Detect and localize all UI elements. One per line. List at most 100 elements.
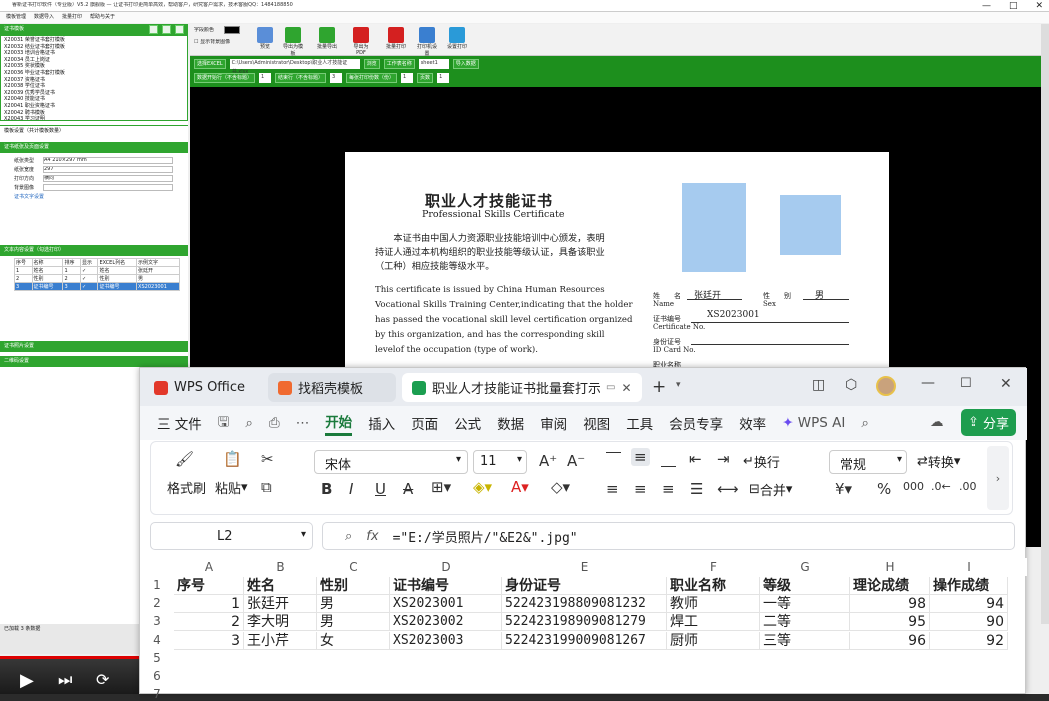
chevron-down-icon[interactable]: ▾ <box>676 380 681 390</box>
menu-page[interactable]: 页面 <box>411 413 438 433</box>
align-top-icon[interactable]: ⎺ <box>606 450 621 468</box>
close-tab-icon[interactable]: ✕ <box>621 381 631 395</box>
table-cell[interactable]: 94 <box>930 595 1008 614</box>
table-cell[interactable]: 522423198809081232 <box>502 595 667 614</box>
table-cell[interactable]: 二等 <box>760 613 850 632</box>
row-header[interactable]: 1 <box>140 578 174 592</box>
toolbar-button[interactable]: 导出为模板 <box>282 27 304 57</box>
zoom-icon[interactable]: ⌕ <box>345 529 352 544</box>
edit-icon[interactable] <box>162 25 171 34</box>
column-header[interactable]: B <box>244 560 317 574</box>
row-header[interactable]: 2 <box>140 596 174 610</box>
menu-view[interactable]: 视图 <box>583 413 610 433</box>
show-background-checkbox[interactable]: ☐ 显示背景图像 <box>194 39 230 46</box>
table-cell[interactable]: 厨师 <box>667 631 760 650</box>
cut-icon[interactable]: ✂ <box>261 450 274 468</box>
header-cell[interactable]: 等级 <box>760 577 850 595</box>
table-cell[interactable]: 522423198909081279 <box>502 613 667 632</box>
text-settings-header[interactable]: 文本内容设置（勾选打印） <box>0 245 188 256</box>
table-cell[interactable]: 男 <box>317 595 390 614</box>
header-cell[interactable]: 身份证号 <box>502 577 667 595</box>
table-cell[interactable]: 90 <box>930 613 1008 632</box>
font-family-select[interactable]: 宋体 ▾ <box>314 450 468 474</box>
table-cell[interactable]: 92 <box>930 631 1008 650</box>
qrcode-settings-header[interactable]: 二维码设置 <box>0 356 188 367</box>
menu-item[interactable]: 模板管理 <box>6 14 26 21</box>
next-icon[interactable]: ⏭ <box>58 670 72 690</box>
page-setting-field[interactable]: A4 210×297 mm <box>43 157 173 164</box>
menu-file[interactable]: 三 文件 <box>157 413 202 433</box>
field-table-row[interactable]: 3 证书编号 3 ✓ 证书编号 XS2023001 <box>14 282 180 291</box>
table-cell[interactable]: 98 <box>850 595 930 614</box>
row-header[interactable]: 6 <box>140 669 174 683</box>
column-header[interactable]: G <box>760 560 850 574</box>
table-cell[interactable]: 三等 <box>760 631 850 650</box>
header-cell[interactable]: 性别 <box>317 577 390 595</box>
wps-ai-button[interactable]: ✦ WPS AI <box>782 415 845 431</box>
align-left-icon[interactable]: ≡ <box>606 480 619 498</box>
table-cell[interactable]: 女 <box>317 631 390 650</box>
menu-home[interactable]: 开始 <box>325 411 353 436</box>
template-list-item[interactable]: X20041 职业资格证书 <box>4 103 184 110</box>
page-setting-field[interactable]: 297 <box>43 166 173 173</box>
menu-item[interactable]: 帮助与关于 <box>90 14 115 21</box>
template-list-item[interactable]: X20043 学习证明 <box>4 116 184 120</box>
table-cell[interactable]: 李大明 <box>244 613 317 632</box>
table-cell[interactable]: 522423199009081267 <box>502 631 667 650</box>
close-icon[interactable]: ✕ <box>1035 0 1043 12</box>
template-list-item[interactable]: X20031 荣誉证书套打模板 <box>4 37 184 44</box>
distribute-icon[interactable]: ⟷ <box>717 480 739 498</box>
paste-icon[interactable]: 📋 <box>223 450 242 468</box>
page-field[interactable]: 1 <box>437 73 450 83</box>
avatar[interactable] <box>876 376 896 396</box>
menu-item[interactable]: 数据导入 <box>34 14 54 21</box>
align-center-icon[interactable]: ≡ <box>634 480 647 498</box>
row-header[interactable]: 7 <box>140 687 174 701</box>
merge-button[interactable]: ⊟ 合并 ▾ <box>749 480 792 499</box>
font-size-select[interactable]: 11 ▾ <box>473 450 527 474</box>
import-data-button[interactable]: 导入数据 <box>452 59 479 69</box>
bold-icon[interactable]: B <box>321 480 332 498</box>
excel-path-field[interactable]: C:\Users\Administrator\Desktop\职业人才技能证书.… <box>229 59 360 75</box>
font-shrink-icon[interactable]: A⁻ <box>567 452 585 470</box>
vertical-scrollbar[interactable] <box>1041 24 1049 624</box>
function-icon[interactable]: fx <box>366 529 378 544</box>
number-format-select[interactable]: 常规 ▾ <box>829 450 907 474</box>
header-cell[interactable]: 职业名称 <box>667 577 760 595</box>
menu-formula[interactable]: 公式 <box>454 413 481 433</box>
strikethrough-icon[interactable]: A <box>403 480 413 498</box>
template-list-item[interactable]: X20033 培训合格证书 <box>4 50 184 57</box>
field-color-picker[interactable] <box>224 26 240 34</box>
header-cell[interactable]: 操作成绩 <box>930 577 1008 595</box>
tab-spreadsheet[interactable]: 职业人才技能证书批量套打示例 ▭ ✕ <box>402 373 642 402</box>
save-icon[interactable]: 🖫 <box>218 412 230 435</box>
menu-review[interactable]: 审阅 <box>540 413 567 433</box>
print-icon[interactable]: ⎙ <box>269 415 280 431</box>
menu-data[interactable]: 数据 <box>497 413 524 433</box>
more-icon[interactable]: ⋯ <box>296 415 310 431</box>
ribbon-scroll-right-icon[interactable]: › <box>987 446 1009 510</box>
window-mode-icon[interactable]: ▭ <box>606 382 615 393</box>
minimize-icon[interactable]: — <box>982 0 991 12</box>
table-cell[interactable]: 2 <box>174 613 244 632</box>
menu-tools[interactable]: 工具 <box>626 413 653 433</box>
toolbar-button[interactable]: 导出为PDF <box>350 27 372 57</box>
page-setting-field[interactable] <box>43 184 173 191</box>
table-cell[interactable]: 男 <box>317 613 390 632</box>
copy-icon[interactable]: ⧉ <box>261 478 272 496</box>
cube-icon[interactable]: ⬡ <box>845 377 857 393</box>
table-cell[interactable]: 95 <box>850 613 930 632</box>
thousands-icon[interactable]: 000 <box>903 480 924 493</box>
field-table[interactable]: 序号 名称 排序 显示 EXCEL列名 示例文字 1 姓名 1 ✓ 姓名 张廷开 2 性别 2 ✓ 性别男 3 证书… <box>14 258 180 291</box>
toolbar-button[interactable]: 批量导出 <box>316 27 338 57</box>
column-header[interactable]: H <box>850 560 930 574</box>
close-icon[interactable]: ✕ <box>1000 376 1012 392</box>
add-icon[interactable] <box>149 25 158 34</box>
column-header[interactable]: I <box>930 560 1008 574</box>
field-table-row[interactable]: 2 性别 2 ✓ 性别男 <box>14 274 180 283</box>
paste-button[interactable]: 粘贴 ▾ <box>215 478 248 497</box>
column-header[interactable]: C <box>317 560 390 574</box>
cloud-icon[interactable]: ☁ <box>930 414 944 430</box>
sidebar-toggle-icon[interactable]: ◫ <box>812 377 825 393</box>
fill-color-icon[interactable]: ◈▾ <box>473 478 492 496</box>
